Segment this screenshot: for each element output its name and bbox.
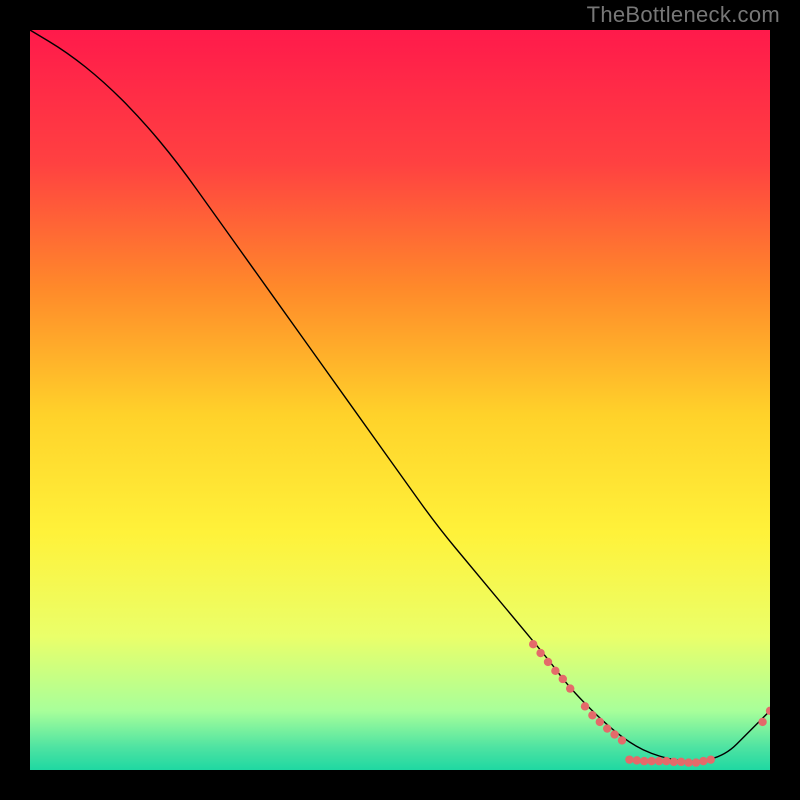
gradient-background [30,30,770,770]
data-point [529,640,537,648]
data-point [684,758,692,766]
data-point [692,758,700,766]
data-point [610,730,618,738]
data-point [536,649,544,657]
data-point [662,757,670,765]
plot-area [30,30,770,770]
data-point [581,702,589,710]
data-point [566,684,574,692]
data-point [647,757,655,765]
data-point [758,718,766,726]
data-point [699,757,707,765]
data-point [625,755,633,763]
data-point [655,757,663,765]
chart-frame: TheBottleneck.com [0,0,800,800]
data-point [677,758,685,766]
data-point [618,736,626,744]
data-point [603,724,611,732]
data-point [559,675,567,683]
watermark-text: TheBottleneck.com [587,2,780,28]
data-point [670,758,678,766]
data-point [588,711,596,719]
data-point [544,658,552,666]
data-point [633,756,641,764]
data-point [640,757,648,765]
data-point [551,667,559,675]
data-point [596,718,604,726]
data-point [707,755,715,763]
chart-svg [30,30,770,770]
